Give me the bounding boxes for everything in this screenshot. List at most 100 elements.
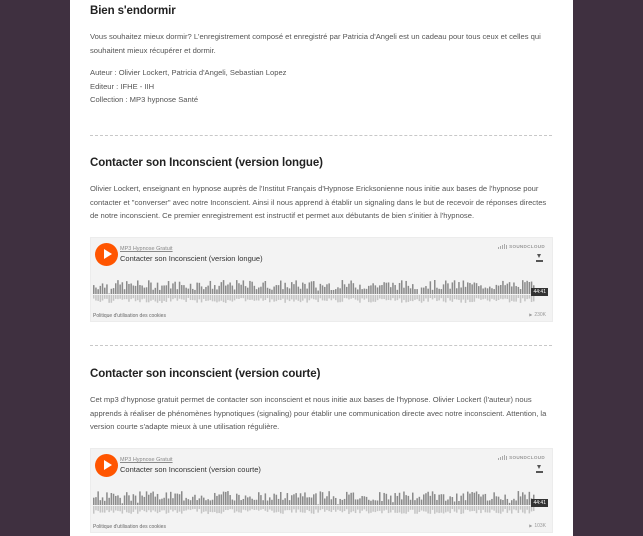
waveform-reflection [192, 506, 194, 510]
waveform-reflection [106, 506, 108, 511]
waveform-bar [93, 497, 95, 505]
waveform-bar [409, 499, 412, 505]
waveform[interactable] [93, 483, 548, 515]
waveform-bar [271, 289, 273, 294]
waveform-reflection [341, 506, 344, 513]
soundcloud-player-courte[interactable]: MP3 Hypnose Gratuit Contacter son Incons… [90, 448, 553, 533]
play-count: 230K [529, 312, 546, 318]
waveform-reflection [390, 506, 392, 513]
waveform-bar [407, 285, 410, 294]
waveform-reflection [495, 506, 498, 513]
waveform-reflection [528, 506, 531, 514]
waveform-bar [280, 491, 282, 505]
waveform-reflection [357, 506, 359, 510]
waveform-bar [330, 499, 333, 505]
waveform-bar [291, 495, 293, 505]
waveform-reflection [97, 295, 99, 301]
waveform-bar [379, 492, 381, 505]
waveform-bar [471, 284, 473, 294]
waveform-reflection [273, 506, 275, 513]
waveform-reflection [451, 506, 454, 510]
waveform-reflection [427, 295, 429, 302]
waveform-bar [526, 499, 528, 505]
waveform-reflection [198, 506, 201, 510]
waveform-bar [453, 501, 456, 505]
waveform-bar [491, 498, 493, 505]
uploader-link[interactable]: MP3 Hypnose Gratuit [120, 246, 173, 252]
waveform-bar [330, 289, 333, 294]
waveform-bar [121, 282, 124, 294]
waveform-reflection [486, 295, 489, 301]
waveform-reflection [194, 506, 196, 510]
waveform-reflection [352, 295, 355, 299]
waveform-bar [313, 494, 315, 505]
waveform-reflection [359, 295, 361, 303]
uploader-link[interactable]: MP3 Hypnose Gratuit [120, 457, 173, 463]
waveform-reflection [313, 295, 315, 300]
waveform-reflection [172, 506, 174, 512]
waveform-bar [310, 497, 313, 505]
waveform-bar [154, 287, 157, 294]
book-meta: Auteur : Olivier Lockert, Patricia d'Ang… [90, 66, 553, 107]
waveform-reflection [130, 506, 132, 514]
download-icon[interactable] [535, 254, 544, 263]
waveform-reflection [156, 506, 159, 514]
play-button[interactable] [95, 243, 118, 266]
waveform-bar [491, 288, 493, 294]
cookie-policy-link[interactable]: Politique d'utilisation des cookies [93, 313, 166, 319]
waveform-reflection [332, 506, 335, 510]
play-button[interactable] [95, 454, 118, 477]
waveform-reflection [170, 295, 172, 302]
waveform-bar [431, 491, 434, 505]
track-title[interactable]: Contacter son Inconscient (version court… [120, 465, 261, 474]
waveform-reflection [482, 506, 484, 510]
waveform-bar [480, 285, 482, 294]
waveform-reflection [233, 506, 236, 513]
waveform-bar [504, 285, 506, 294]
waveform-bar [183, 500, 185, 505]
waveform-reflection [396, 506, 399, 513]
waveform-bar [196, 500, 198, 505]
waveform-reflection [436, 506, 438, 513]
waveform-bar [269, 497, 271, 505]
waveform-reflection [218, 506, 220, 514]
waveform-reflection [420, 295, 423, 303]
waveform-bar [112, 493, 115, 505]
waveform-reflection [493, 506, 495, 511]
waveform-reflection [319, 506, 322, 511]
waveform[interactable] [93, 272, 548, 304]
waveform-bar [143, 287, 146, 294]
waveform-bar [178, 281, 181, 294]
waveform-reflection [194, 295, 196, 301]
waveform-reflection [126, 295, 128, 300]
download-icon[interactable] [535, 465, 544, 474]
waveform-reflection [361, 506, 363, 511]
waveform-bar [475, 283, 478, 294]
waveform-reflection [145, 295, 148, 303]
waveform-reflection [324, 506, 326, 512]
waveform-reflection [337, 295, 339, 303]
waveform-bar [264, 493, 267, 505]
soundcloud-logo[interactable]: SOUNDCLOUD [498, 455, 545, 460]
waveform-reflection [431, 506, 434, 510]
waveform-reflection [187, 506, 190, 510]
waveform-reflection [121, 295, 124, 300]
soundcloud-logo[interactable]: SOUNDCLOUD [498, 244, 545, 249]
track-title[interactable]: Contacter son Inconscient (version longu… [120, 254, 263, 263]
waveform-reflection [196, 506, 198, 512]
waveform-reflection [491, 295, 493, 299]
waveform-bar [332, 289, 335, 294]
waveform-bar [203, 497, 205, 505]
cookie-policy-link[interactable]: Politique d'utilisation des cookies [93, 524, 166, 530]
waveform-bar [467, 282, 469, 294]
waveform-bar [513, 282, 515, 294]
waveform-bar [500, 284, 502, 294]
waveform-reflection [282, 295, 284, 299]
waveform-bar [343, 284, 346, 294]
waveform-reflection [387, 506, 390, 514]
waveform-bar [119, 284, 121, 294]
soundcloud-player-longue[interactable]: MP3 Hypnose Gratuit Contacter son Incons… [90, 237, 553, 322]
waveform-bar [359, 284, 361, 294]
waveform-reflection [264, 506, 267, 511]
waveform-bar [189, 500, 192, 505]
